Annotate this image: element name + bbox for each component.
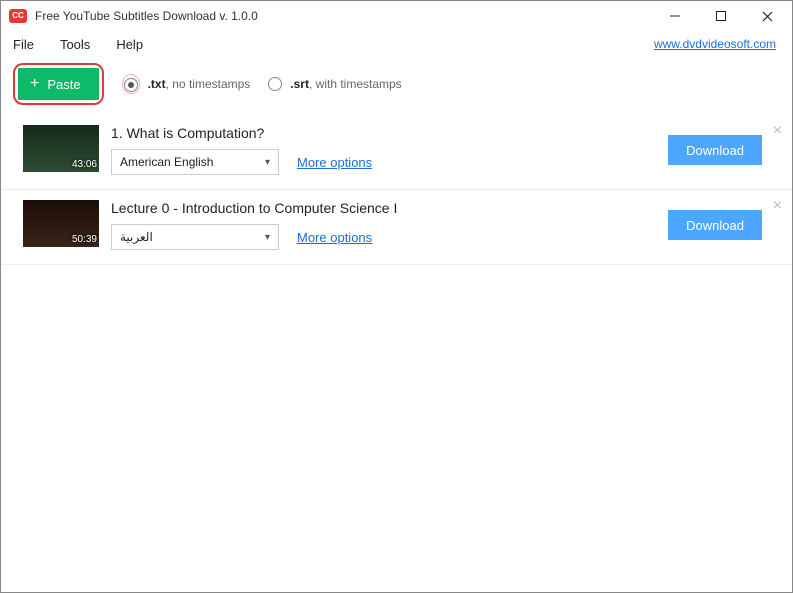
close-icon xyxy=(762,11,773,22)
chevron-down-icon: ▾ xyxy=(265,232,270,243)
radio-icon xyxy=(124,78,138,92)
language-value: العربية xyxy=(120,230,153,244)
format-srt-option[interactable]: .srt, with timestamps xyxy=(268,77,401,91)
app-icon: CC xyxy=(9,9,27,23)
paste-highlight: + Paste xyxy=(13,63,104,105)
more-options-link[interactable]: More options xyxy=(297,155,372,170)
remove-item-button[interactable]: × xyxy=(773,198,782,214)
duration-badge: 50:39 xyxy=(72,234,97,245)
maximize-button[interactable] xyxy=(698,1,744,31)
paste-label: Paste xyxy=(47,77,80,92)
video-title: Lecture 0 - Introduction to Computer Sci… xyxy=(111,200,668,216)
duration-badge: 43:06 xyxy=(72,159,97,170)
download-button[interactable]: Download xyxy=(668,210,762,240)
list-item: 43:06 1. What is Computation? American E… xyxy=(1,115,792,190)
toolbar: + Paste .txt, no timestamps .srt, with t… xyxy=(1,57,792,115)
format-txt-option[interactable]: .txt, no timestamps xyxy=(122,74,251,94)
language-value: American English xyxy=(120,155,213,169)
format-srt-label: .srt, with timestamps xyxy=(290,77,401,91)
menu-file[interactable]: File xyxy=(13,37,34,52)
close-button[interactable] xyxy=(744,1,790,31)
menu-tools[interactable]: Tools xyxy=(60,37,90,52)
list-item: 50:39 Lecture 0 - Introduction to Comput… xyxy=(1,190,792,265)
maximize-icon xyxy=(716,11,726,21)
more-options-link[interactable]: More options xyxy=(297,230,372,245)
radio-icon xyxy=(268,77,282,91)
site-link[interactable]: www.dvdvideosoft.com xyxy=(654,37,776,51)
video-list: 43:06 1. What is Computation? American E… xyxy=(1,115,792,592)
plus-icon: + xyxy=(30,76,39,92)
paste-button[interactable]: + Paste xyxy=(18,68,99,100)
language-select[interactable]: العربية ▾ xyxy=(111,224,279,250)
thumbnail[interactable]: 50:39 xyxy=(23,200,99,247)
radio-highlight xyxy=(122,74,140,94)
menu-help[interactable]: Help xyxy=(116,37,143,52)
remove-item-button[interactable]: × xyxy=(773,123,782,139)
minimize-button[interactable] xyxy=(652,1,698,31)
minimize-icon xyxy=(670,11,680,21)
menubar: File Tools Help www.dvdvideosoft.com xyxy=(1,31,792,57)
language-select[interactable]: American English ▾ xyxy=(111,149,279,175)
thumbnail[interactable]: 43:06 xyxy=(23,125,99,172)
video-title: 1. What is Computation? xyxy=(111,125,668,141)
format-txt-label: .txt, no timestamps xyxy=(148,77,251,91)
titlebar: CC Free YouTube Subtitles Download v. 1.… xyxy=(1,1,792,31)
chevron-down-icon: ▾ xyxy=(265,157,270,168)
download-button[interactable]: Download xyxy=(668,135,762,165)
window-title: Free YouTube Subtitles Download v. 1.0.0 xyxy=(35,9,258,23)
